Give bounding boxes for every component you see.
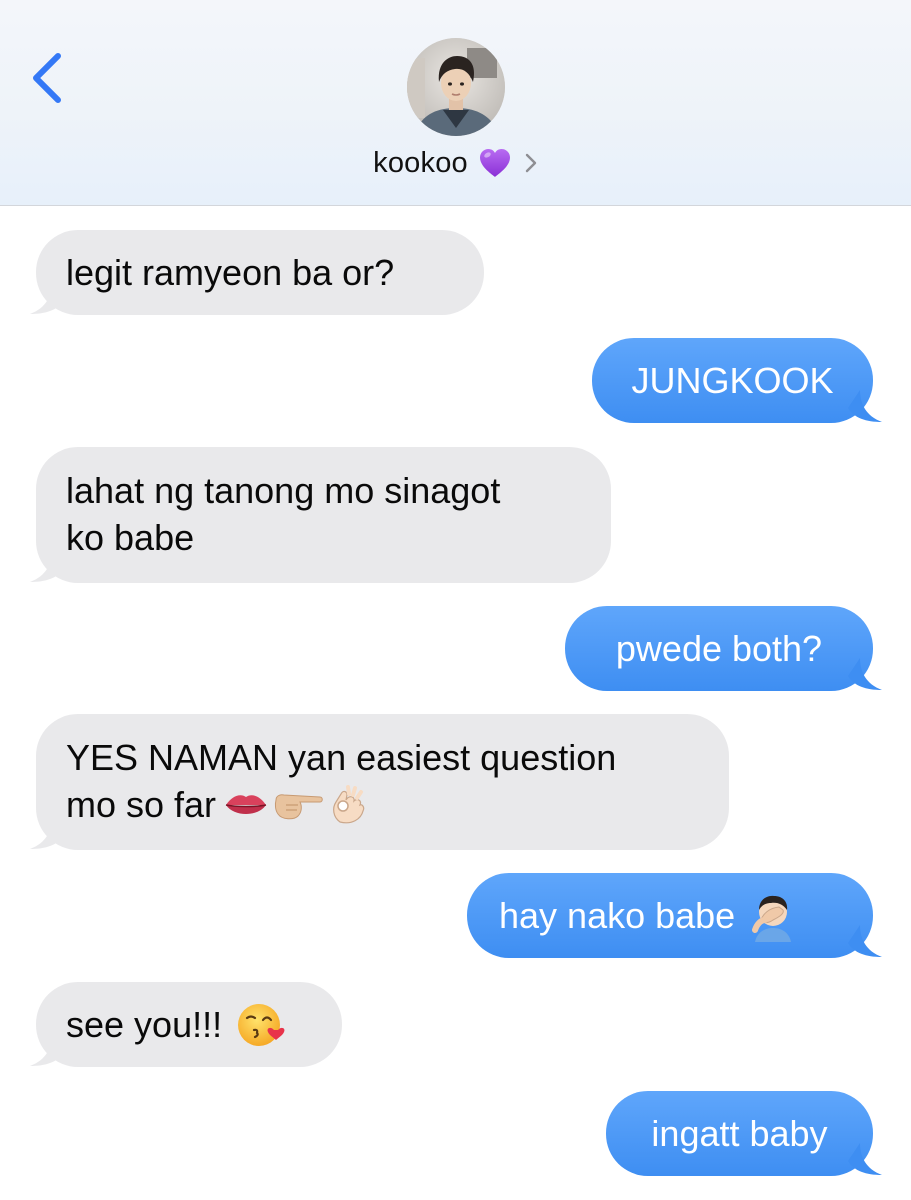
message-text: JUNGKOOK [631,360,834,401]
bubble-tail [848,925,882,957]
message-bubble-outgoing[interactable]: pwede both? [565,606,873,691]
bubble-tail [30,550,64,582]
lips-icon [225,794,267,814]
message-text: mo so far [66,784,217,825]
message-bubble-incoming[interactable]: legit ramyeon ba or? [36,230,484,315]
face-blowing-kiss-icon [238,1003,285,1046]
bubble-tail [848,1143,882,1175]
message-text: pwede both? [615,628,823,669]
avatar[interactable] [407,38,505,136]
message-text-line: lahat ng tanong mo sinagot [66,470,501,511]
ok-hand-icon [333,784,365,823]
contact-photo [407,38,505,136]
contact-name: kookoo [373,146,468,179]
bubble-tail [30,282,64,314]
chevron-right-icon [525,153,537,173]
message-bubble-incoming[interactable]: lahat ng tanong mo sinagot ko babe [36,447,611,583]
purple-heart-icon [479,149,510,177]
bubble-tail [30,817,64,849]
facepalm-icon [752,895,792,942]
message-bubble-outgoing[interactable]: JUNGKOOK [592,338,873,423]
conversation-header: kookoo [0,0,911,206]
message-text: hay nako babe [499,895,736,936]
message-text-line: mo so far [66,781,699,828]
bubble-tail [848,658,882,690]
message-text: see you!!! [66,1004,223,1045]
message-text-line: YES NAMAN yan easiest question [66,737,617,778]
message-text-line: ko babe [66,517,195,558]
contact-info-button[interactable]: kookoo [0,140,911,186]
pointing-right-icon [274,793,323,819]
message-bubble-incoming[interactable]: YES NAMAN yan easiest question mo so far [36,714,729,850]
message-text: legit ramyeon ba or? [66,252,395,293]
back-button[interactable] [28,50,68,106]
bubble-tail [30,1034,64,1066]
chevron-left-icon [33,53,61,103]
message-bubble-incoming[interactable]: see you!!! [36,982,342,1067]
message-bubble-outgoing[interactable]: hay nako babe [467,873,873,958]
message-bubble-outgoing[interactable]: ingatt baby [606,1091,873,1176]
bubble-tail [848,390,882,422]
message-text: ingatt baby [651,1113,828,1154]
